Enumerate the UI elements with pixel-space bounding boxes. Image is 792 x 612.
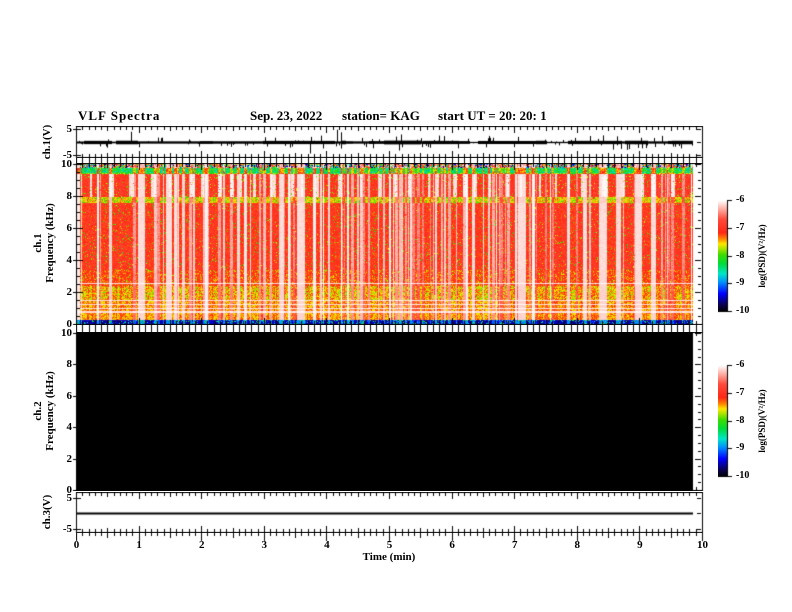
- colorbar-ch1-tick: -8: [736, 249, 745, 261]
- ch1-spectrogram-ytick: 8: [66, 190, 73, 202]
- colorbar-ch2-tick: -7: [736, 386, 745, 398]
- page-title: VLF Spectra: [78, 108, 161, 123]
- date-label: Sep. 23, 2022: [250, 108, 323, 123]
- ch3-waveform-ytick: -5: [62, 522, 72, 535]
- ch2-frequency-axis-label-line2: Frequency (kHz): [44, 371, 56, 451]
- time-tick-label: 3: [261, 539, 268, 551]
- ch3-waveform-panel: [72, 492, 704, 533]
- ch2-spectrogram-ytick: 2: [66, 452, 73, 465]
- vlf-spectra-plot: VLF Spectra Sep. 23, 2022 station= KAG s…: [0, 0, 792, 612]
- ch1-spectrogram-panel: [72, 163, 704, 325]
- colorbar-ch1-tick: -7: [736, 221, 745, 233]
- ch2-spectrogram-panel: [72, 332, 704, 491]
- colorbar-ch2-tick: -6: [736, 359, 745, 370]
- colorbar-ch1-tick: -9: [736, 277, 745, 289]
- ch1-spectrogram-ytick: 2: [66, 286, 73, 298]
- start-ut-label: start UT = 20: 20: 1: [438, 108, 547, 123]
- time-tick-label: 6: [449, 539, 455, 551]
- time-tick-label: 5: [386, 539, 393, 551]
- colorbar-ch2-label: log(PSD)(V²/Hz): [757, 389, 767, 453]
- colorbar-ch2-tick: -9: [736, 442, 745, 454]
- ch3-waveform-ytick: 5: [66, 491, 73, 504]
- time-tick-label: 10: [697, 539, 708, 551]
- colorbar-ch1-tick: -10: [736, 305, 750, 316]
- time-tick-label: 8: [574, 539, 581, 551]
- colorbar-ch2-tick: -8: [736, 414, 745, 426]
- ch1-frequency-axis-label-line1: ch.1: [32, 233, 44, 253]
- station-label: station= KAG: [342, 108, 420, 123]
- time-tick-label: 2: [198, 539, 205, 551]
- time-tick-label: 0: [73, 539, 80, 551]
- time-tick-label: 7: [511, 539, 518, 551]
- ch1-waveform-panel: [72, 126, 704, 158]
- time-tick-label: 9: [637, 539, 643, 551]
- ch1-spectrogram-ytick: 6: [66, 222, 73, 234]
- ch2-spectrogram-ytick: 6: [66, 389, 73, 402]
- time-tick-label: 1: [136, 539, 142, 551]
- ch2-frequency-axis-label-line1: ch.2: [32, 401, 44, 421]
- ch1-frequency-axis-label-line2: Frequency (kHz): [44, 203, 56, 283]
- ch1-frequency-axis-label: ch.1 Frequency (kHz): [32, 203, 56, 283]
- colorbar-ch1-label: log(PSD)(V²/Hz): [757, 224, 767, 288]
- axis-tick-strip-2: [76, 325, 704, 332]
- ch1-spectrogram-ytick: 4: [66, 254, 73, 266]
- ch1-waveform-ytick: 5: [66, 123, 73, 136]
- time-axis-label: Time (min): [362, 551, 416, 563]
- time-tick-label: 4: [324, 539, 330, 551]
- colorbar-ch2: [718, 364, 734, 478]
- ch1-waveform-ytick: -5: [62, 148, 72, 161]
- ch2-frequency-axis-label: ch.2 Frequency (kHz): [32, 371, 56, 451]
- colorbar-ch2-tick: -10: [736, 470, 750, 481]
- ch2-spectrogram-ytick: 8: [66, 358, 73, 371]
- ch2-spectrogram-ytick: 4: [66, 421, 73, 434]
- ch2-spectrogram-ytick: 10: [61, 327, 72, 339]
- colorbar-ch1-tick: -6: [736, 194, 745, 205]
- colorbar-ch1: [718, 199, 734, 313]
